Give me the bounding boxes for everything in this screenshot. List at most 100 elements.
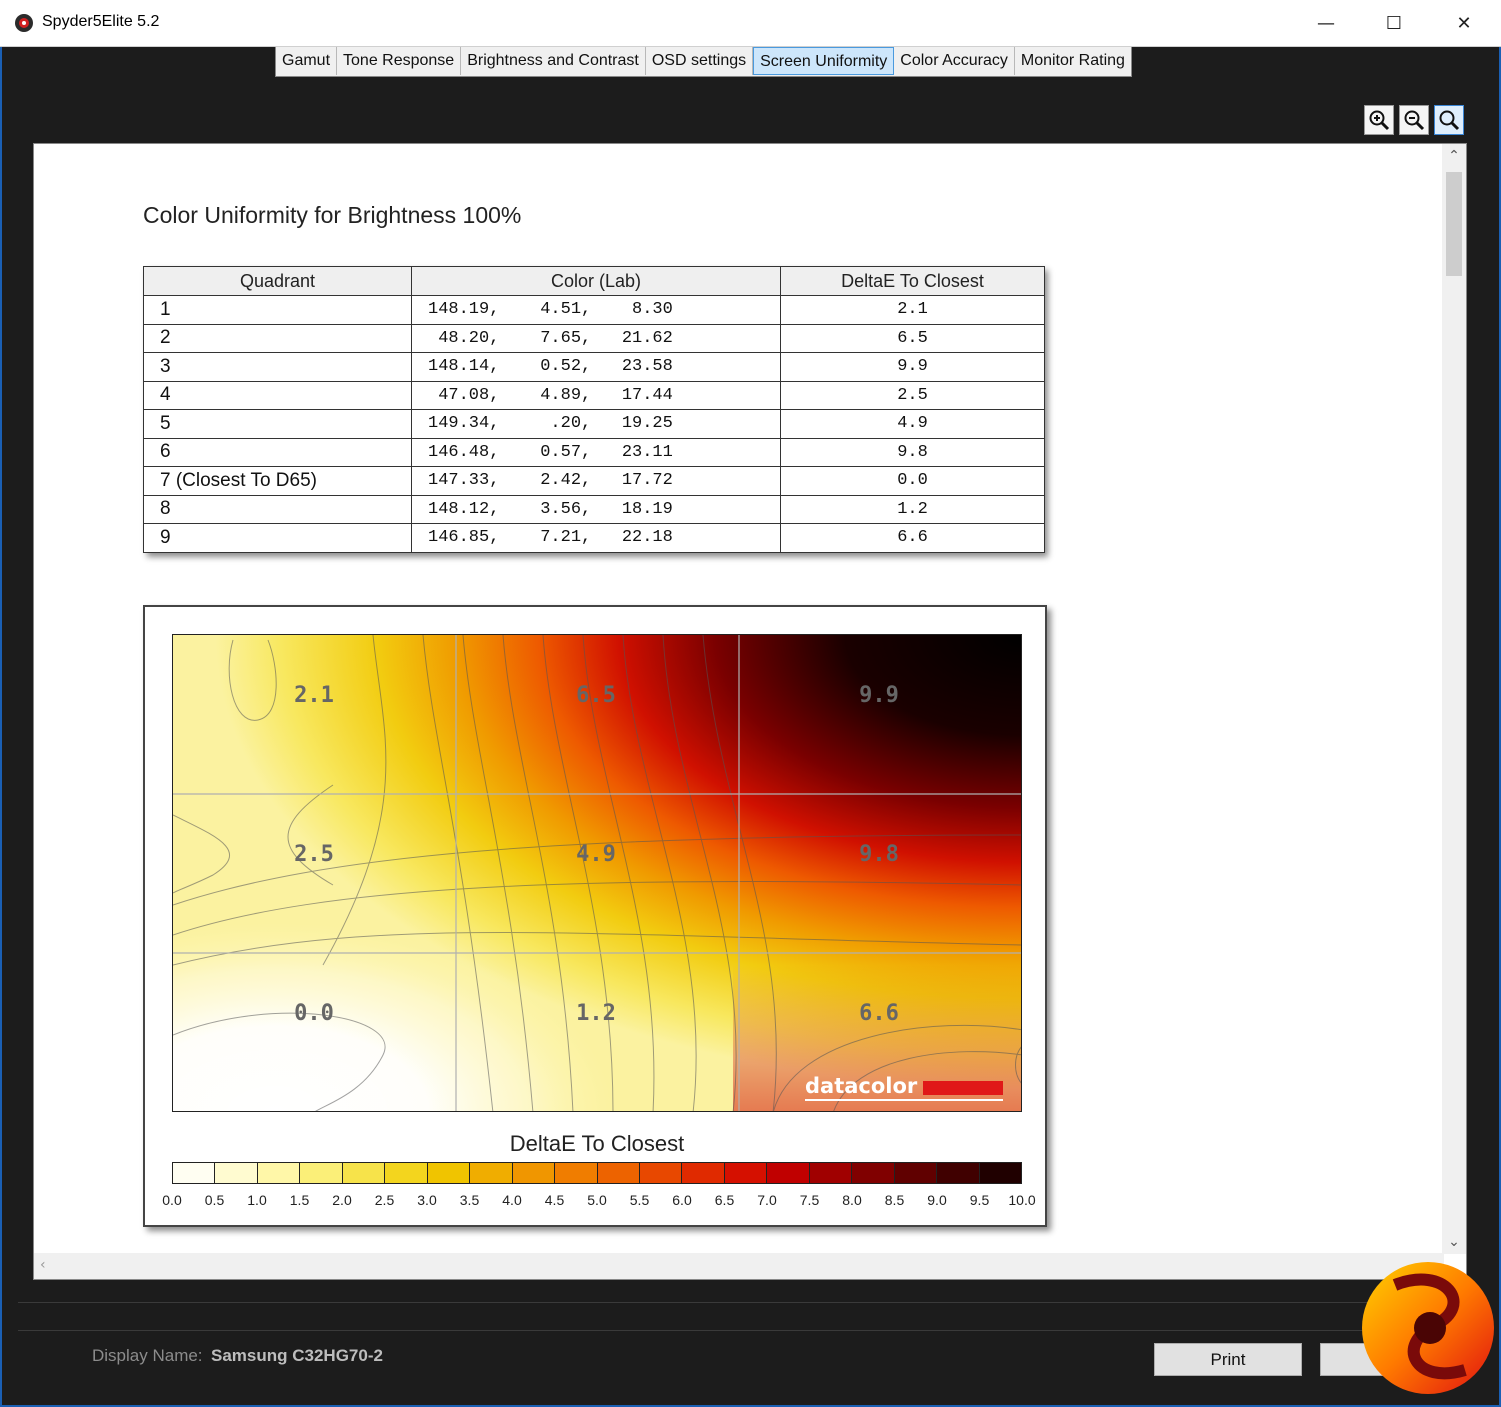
legend-swatch [470,1163,513,1183]
tab-osd-settings[interactable]: OSD settings [645,47,754,75]
zoom-in-button[interactable] [1364,105,1394,135]
cell-quadrant: 9 [143,523,412,553]
legend-tick-label: 1.0 [247,1192,267,1208]
divider [18,1302,1478,1303]
cell-quadrant: 3 [143,352,412,382]
horizontal-scrollbar[interactable]: ‹ [34,1253,1444,1279]
legend-swatch [342,1163,386,1183]
table-row: 5 149.34, .20, 19.25 4.9 [143,409,1045,439]
cell-deltae: 6.6 [780,523,1045,553]
cell-deltae: 9.9 [780,352,1045,382]
cell-quadrant: 5 [143,409,412,439]
cell-color-lab: 48.20, 7.65, 21.62 [411,323,781,353]
cell-quadrant: 6 [143,437,412,467]
cell-deltae: 2.5 [780,380,1045,410]
cell-color-lab: 47.08, 4.89, 17.44 [411,380,781,410]
tab-monitor-rating[interactable]: Monitor Rating [1014,47,1131,75]
cell-color-lab: 148.12, 3.56, 18.19 [411,494,781,524]
table-row: 4 47.08, 4.89, 17.44 2.5 [143,380,1045,410]
legend-swatch [979,1163,1022,1183]
tab-tone-response[interactable]: Tone Response [337,47,462,75]
zoom-out-button[interactable] [1399,105,1429,135]
zoom-out-icon [1404,110,1425,131]
legend-tick-label: 5.0 [587,1192,607,1208]
legend-tick-label: 0.5 [204,1192,225,1208]
cell-label-8: 1.2 [576,1001,616,1026]
legend-swatch [724,1163,768,1183]
display-name-label: Display Name: [92,1346,203,1365]
table-row: 8 148.12, 3.56, 18.19 1.2 [143,494,1045,524]
divider [18,1330,1478,1331]
maximize-button[interactable]: ☐ [1360,0,1428,47]
uniformity-heatmap: 2.1 6.5 9.9 2.5 4.9 9.8 0.0 1.2 6.6 data… [172,634,1022,1112]
tab-gamut[interactable]: Gamut [276,47,338,75]
print-button[interactable]: Print [1154,1343,1302,1376]
cell-color-lab: 146.85, 7.21, 22.18 [411,523,781,553]
cell-color-lab: 147.33, 2.42, 17.72 [411,466,781,496]
color-legend-bar [172,1162,1022,1184]
scroll-down-icon[interactable]: ⌄ [1442,1234,1466,1250]
cell-label-2: 6.5 [576,683,616,708]
cell-deltae: 6.5 [780,323,1045,353]
legend-swatch [682,1163,725,1183]
legend-tick-label: 7.5 [799,1192,820,1208]
cell-label-6: 9.8 [859,842,899,867]
legend-tick-label: 6.5 [714,1192,735,1208]
legend-tick-label: 7.0 [757,1192,777,1208]
cell-quadrant: 7 (Closest To D65) [143,466,412,496]
column-header-color-lab: Color (Lab) [411,266,781,296]
legend-swatch [894,1163,938,1183]
table-row: 1 148.19, 4.51, 8.30 2.1 [143,295,1045,325]
legend-tick-label: 9.5 [969,1192,990,1208]
legend-swatch [427,1163,471,1183]
close-button[interactable]: ✕ [1430,0,1498,47]
zoom-in-icon [1369,110,1390,131]
cell-deltae: 4.9 [780,409,1045,439]
column-header-deltae: DeltaE To Closest [780,266,1045,296]
cell-deltae: 0.0 [780,466,1045,496]
legend-swatch [512,1163,556,1183]
cell-deltae: 9.8 [780,437,1045,467]
minimize-button[interactable]: — [1292,0,1360,47]
legend-tick-label: 6.0 [672,1192,692,1208]
cell-deltae: 2.1 [780,295,1045,325]
legend-tick-label: 5.5 [629,1192,650,1208]
tab-color-accuracy[interactable]: Color Accuracy [894,47,1015,75]
scroll-up-icon[interactable]: ⌃ [1442,148,1466,164]
legend-swatch [809,1163,853,1183]
legend-tick-label: 1.5 [289,1192,310,1208]
table-row: 6 146.48, 0.57, 23.11 9.8 [143,437,1045,467]
report-title: Color Uniformity for Brightness 100% [143,202,522,228]
legend-tick-label: 8.0 [842,1192,862,1208]
cell-label-7: 0.0 [294,1001,334,1026]
cell-quadrant: 1 [143,295,412,325]
cell-color-lab: 146.48, 0.57, 23.11 [411,437,781,467]
cell-quadrant: 8 [143,494,412,524]
tab-brightness-contrast[interactable]: Brightness and Contrast [461,47,646,75]
table-row: 7 (Closest To D65) 147.33, 2.42, 17.72 0.0 [143,466,1045,496]
cell-label-4: 2.5 [294,842,334,867]
legend-swatch [385,1163,428,1183]
legend-tick-label: 3.0 [417,1192,437,1208]
legend-tick-label: 4.5 [544,1192,565,1208]
scroll-thumb[interactable] [1446,172,1462,276]
scroll-left-icon[interactable]: ‹ [40,1257,46,1273]
tab-screen-uniformity[interactable]: Screen Uniformity [753,47,895,75]
vertical-scrollbar[interactable]: ⌃ ⌄ [1442,144,1466,1254]
legend-tick-label: 9.0 [927,1192,947,1208]
zoom-fit-button[interactable] [1434,105,1464,135]
cell-label-5: 4.9 [576,842,616,867]
display-name-value: Samsung C32HG70-2 [211,1346,383,1365]
legend-swatch [767,1163,810,1183]
cell-quadrant: 2 [143,323,412,353]
cell-color-lab: 149.34, .20, 19.25 [411,409,781,439]
column-header-quadrant: Quadrant [143,266,412,296]
cell-deltae: 1.2 [780,494,1045,524]
cell-color-lab: 148.14, 0.52, 23.58 [411,352,781,382]
brand-logo-icon [1362,1262,1494,1394]
legend-swatch [173,1163,216,1183]
legend-tick-label: 3.5 [459,1192,480,1208]
tab-bar: Gamut Tone Response Brightness and Contr… [275,47,1132,77]
datacolor-watermark: datacolor [805,1074,1005,1101]
legend-swatch [300,1163,343,1183]
